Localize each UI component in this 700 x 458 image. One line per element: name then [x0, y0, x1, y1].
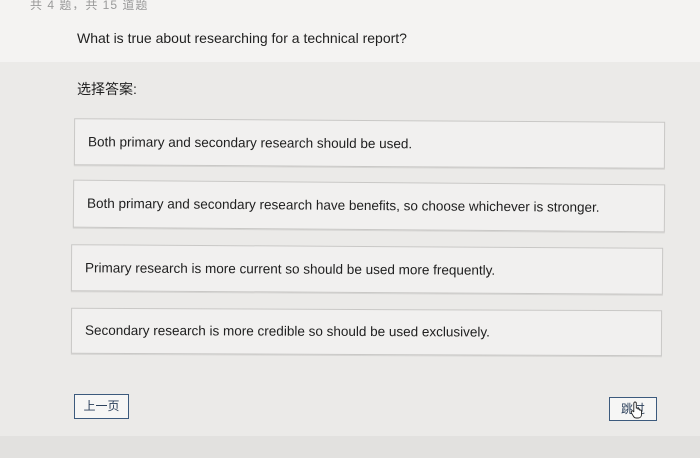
question-progress-text: 共 4 题，共 15 道题	[30, 0, 149, 10]
answer-option-label: Both primary and secondary research shou…	[87, 133, 413, 151]
answer-option-2[interactable]: Both primary and secondary research have…	[72, 179, 666, 233]
skip-button[interactable]: 跳过	[609, 397, 657, 421]
answer-option-3[interactable]: Primary research is more current so shou…	[70, 244, 664, 295]
page-footer-band	[0, 436, 700, 458]
previous-page-button[interactable]: 上一页	[74, 394, 129, 419]
answer-option-4[interactable]: Secondary research is more credible so s…	[70, 307, 663, 357]
question-text: What is true about researching for a tec…	[77, 30, 407, 46]
choose-answer-label: 选择答案:	[77, 81, 137, 97]
answer-option-label: Secondary research is more credible so s…	[84, 322, 491, 340]
answer-option-1[interactable]: Both primary and secondary research shou…	[73, 118, 666, 169]
answer-option-label: Both primary and secondary research have…	[86, 195, 600, 215]
answer-option-label: Primary research is more current so shou…	[84, 259, 496, 278]
